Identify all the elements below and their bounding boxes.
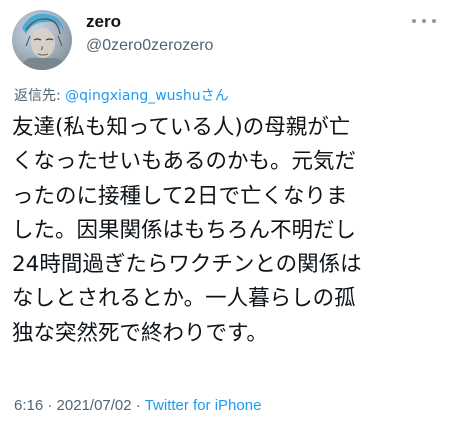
tweet-text-line: ったのに接種して2日で亡くなりま	[12, 183, 348, 209]
tweet-text-line: なしとされるとか。一人暮らしの孤	[12, 286, 356, 312]
more-dot	[422, 19, 426, 23]
tweet-text: 友達(私も知っている人)の母親が亡 くなったせいもあるのかも。元気だ ったのに接…	[12, 111, 444, 351]
display-name[interactable]: zero	[86, 12, 121, 32]
tweet-text-line: 24時間過ぎたらワクチンとの関係は	[12, 252, 362, 278]
tweet-text-line: 友達(私も知っている人)の母親が亡	[12, 115, 351, 140]
more-dot	[412, 19, 416, 23]
more-dot	[432, 19, 436, 23]
tweet-date[interactable]: 2021/07/02	[57, 397, 132, 414]
tweet-text-line: 独な突然死で終わりです。	[12, 320, 268, 346]
tweet-source-link[interactable]: Twitter for iPhone	[145, 397, 262, 414]
meta-separator: ·	[43, 397, 57, 414]
tweet-text-line: くなったせいもあるのかも。元気だ	[12, 149, 357, 175]
avatar[interactable]	[12, 10, 72, 70]
reply-prefix: 返信先:	[14, 88, 66, 104]
reply-mention-link[interactable]: @qingxiang_wushu	[65, 88, 200, 104]
user-handle[interactable]: @0zero0zerozero	[86, 36, 213, 56]
reply-honorific: さん	[200, 88, 229, 104]
tweet-text-line: した。因果関係はもちろん不明だし	[12, 217, 357, 243]
tweet-meta: 6:16 · 2021/07/02 · Twitter for iPhone	[14, 396, 261, 416]
more-options-icon[interactable]	[412, 16, 436, 26]
reply-context: 返信先: @qingxiang_wushuさん	[14, 86, 229, 106]
tweet-time[interactable]: 6:16	[14, 397, 43, 414]
avatar-image	[20, 13, 66, 70]
meta-separator: ·	[131, 397, 145, 414]
tweet: zero @0zero0zerozero 返信先: @qingxiang_wus…	[0, 0, 453, 429]
